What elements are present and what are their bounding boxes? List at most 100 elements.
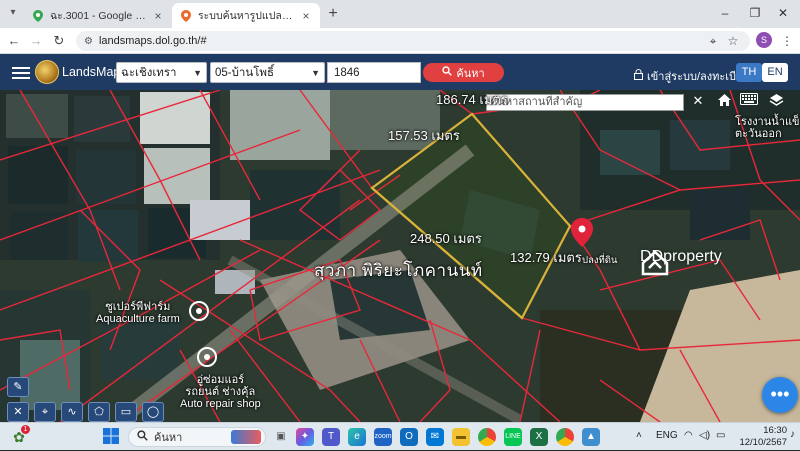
tab-title: ฉะ.3001 - Google Maps bbox=[50, 10, 146, 22]
tab-search-icon[interactable]: ▾ bbox=[6, 6, 20, 20]
pin-label: ปลงที่ดิน bbox=[582, 255, 618, 266]
close-tab-icon[interactable]: × bbox=[300, 9, 312, 23]
measure-label-left: 157.53 เมตร bbox=[388, 128, 460, 143]
forward-arrow-icon[interactable]: → bbox=[27, 32, 45, 50]
province-select[interactable]: ฉะเชิงเทรา ▼ bbox=[116, 62, 207, 83]
landsmaps-pin-icon bbox=[180, 9, 192, 22]
system-clock[interactable]: 16:30 12/10/2567 bbox=[735, 425, 787, 449]
bookmark-star-icon[interactable]: ☆ bbox=[724, 32, 742, 50]
edge-icon[interactable]: e bbox=[348, 428, 366, 446]
search-button[interactable]: ค้นหา bbox=[423, 63, 504, 82]
profile-avatar[interactable]: S bbox=[756, 32, 772, 48]
clock-time: 16:30 bbox=[763, 425, 787, 436]
search-highlight-image bbox=[231, 430, 261, 444]
parcel-number-value: 1846 bbox=[334, 66, 360, 79]
close-window-icon[interactable]: ✕ bbox=[772, 4, 794, 22]
poi-name: ซูเปอร์พีฟาร์ม bbox=[105, 301, 171, 313]
poi-category: Auto repair shop bbox=[180, 398, 261, 410]
photos-icon[interactable]: ▲ bbox=[582, 428, 600, 446]
poi-name-2: รถยนต์ ช่างคุ้ล bbox=[185, 386, 256, 398]
chrome-icon[interactable] bbox=[478, 428, 496, 446]
poi-aquaculture-farm[interactable]: ซูเปอร์พีฟาร์ม Aquaculture farm bbox=[96, 301, 180, 325]
browser-tab-strip: ▾ ฉะ.3001 - Google Maps × ระบบค้นหารูปแป… bbox=[0, 0, 800, 28]
poi-auto-repair[interactable]: อู่ซ่อมแอร์ รถยนต์ ช่างคุ้ล Auto repair … bbox=[180, 374, 261, 410]
browser-toolbar: ← → ↻ ⚙ landsmaps.dol.go.th/# ⌖ ☆ ⋮ bbox=[0, 28, 800, 54]
line-icon[interactable]: LINE bbox=[504, 428, 522, 446]
url-text: landsmaps.dol.go.th/# bbox=[98, 35, 207, 47]
windows-taskbar: ✿ 1 ค้นหา ▣ ✦ T e zoom O ✉ ▬ LINE X ▲ ˄ … bbox=[0, 422, 800, 450]
login-label: เข้าสู่ระบบ/ลงทะเบียน bbox=[647, 71, 750, 83]
notifications-bell-icon[interactable]: ♪ bbox=[790, 429, 795, 440]
search-icon bbox=[442, 66, 453, 79]
outlook-icon[interactable]: O bbox=[400, 428, 418, 446]
more-options-fab[interactable]: ••• bbox=[762, 377, 798, 413]
dol-logo bbox=[35, 60, 59, 84]
tab-landsmaps[interactable]: ระบบค้นหารูปแปลงที่ดิน (LandsMaps) × bbox=[172, 3, 320, 28]
close-tab-icon[interactable]: × bbox=[152, 9, 164, 23]
draw-polyline-icon[interactable]: ∿ bbox=[61, 402, 83, 422]
hamburger-menu-icon[interactable] bbox=[12, 64, 30, 80]
tray-overflow-icon[interactable]: ˄ bbox=[636, 430, 642, 441]
measure-label-right: 132.79 เมตร bbox=[510, 250, 582, 265]
copilot-icon[interactable]: ✦ bbox=[296, 428, 314, 446]
measure-tool-icon[interactable]: ✎ bbox=[7, 377, 29, 397]
lock-icon bbox=[634, 69, 643, 83]
draw-rectangle-icon[interactable]: ▭ bbox=[115, 402, 137, 422]
zoom-icon[interactable]: zoom bbox=[374, 428, 392, 446]
mail-icon[interactable]: ✉ bbox=[426, 428, 444, 446]
new-tab-button[interactable]: + bbox=[324, 5, 342, 23]
taskbar-search-label: ค้นหา bbox=[154, 432, 183, 444]
file-explorer-icon[interactable]: ▬ bbox=[452, 428, 470, 446]
taskbar-search-input[interactable]: ค้นหา bbox=[128, 427, 266, 447]
menu-dots-icon[interactable]: ⋮ bbox=[778, 32, 796, 50]
close-icon[interactable]: ✕ bbox=[690, 93, 706, 111]
start-windows-icon[interactable] bbox=[102, 428, 120, 446]
excel-icon[interactable]: X bbox=[530, 428, 548, 446]
address-bar[interactable]: ⚙ landsmaps.dol.go.th/# bbox=[76, 31, 750, 51]
chrome-profile-icon[interactable] bbox=[556, 428, 574, 446]
layers-icon[interactable] bbox=[769, 93, 789, 113]
district-select[interactable]: 05-บ้านโพธิ์ ▼ bbox=[210, 62, 325, 83]
task-view-icon[interactable]: ▣ bbox=[272, 428, 290, 446]
wifi-icon[interactable]: ◠ bbox=[684, 430, 693, 441]
measure-label-top: 186.74 เมตร bbox=[436, 92, 508, 107]
ddproperty-watermark: DDproperty bbox=[640, 248, 722, 276]
location-icon[interactable]: ⌖ bbox=[704, 32, 722, 50]
grid-keyboard-icon[interactable] bbox=[740, 93, 760, 113]
restore-icon[interactable]: ❐ bbox=[744, 4, 766, 22]
poi-name: อู่ซ่อมแอร์ bbox=[196, 374, 245, 386]
language-indicator[interactable]: ENG bbox=[656, 430, 678, 441]
back-arrow-icon[interactable]: ← bbox=[5, 32, 23, 50]
parcel-number-input[interactable]: 1846 bbox=[327, 62, 421, 83]
google-maps-pin-icon bbox=[32, 9, 44, 22]
poi-name-2: ตะวันออก bbox=[735, 128, 782, 140]
province-value: ฉะเชิงเทรา bbox=[121, 66, 177, 79]
poi-ice-factory[interactable]: โรงงานน้ำแข็ง ตะวันออก bbox=[735, 116, 800, 140]
lang-th-button[interactable]: TH bbox=[736, 63, 762, 82]
satellite-map[interactable]: ค้นหาสถานที่สำคัญ ✕ 186.74 เมตร 157.53 เ… bbox=[0, 90, 800, 422]
tab-google-maps[interactable]: ฉะ.3001 - Google Maps × bbox=[24, 3, 172, 28]
chevron-down-icon: ▼ bbox=[311, 67, 320, 78]
battery-icon[interactable]: ▭ bbox=[716, 430, 725, 441]
draw-polygon-icon[interactable]: ⬠ bbox=[88, 402, 110, 422]
poi-category: Aquaculture farm bbox=[96, 313, 180, 325]
home-icon[interactable] bbox=[717, 93, 737, 113]
notification-badge: 1 bbox=[21, 425, 30, 434]
lang-en-button[interactable]: EN bbox=[762, 63, 788, 82]
search-icon bbox=[137, 430, 148, 444]
draw-line-icon[interactable]: ✕ bbox=[7, 402, 29, 422]
district-value: 05-บ้านโพธิ์ bbox=[215, 66, 275, 79]
login-link[interactable]: เข้าสู่ระบบ/ลงทะเบียน bbox=[634, 67, 750, 85]
poi-name: โรงงานน้ำแข็ง bbox=[735, 116, 800, 128]
site-info-icon[interactable]: ⚙ bbox=[84, 36, 93, 47]
volume-icon[interactable]: ◁) bbox=[699, 430, 710, 441]
landmark-search-input[interactable]: ค้นหาสถานที่สำคัญ bbox=[486, 94, 684, 111]
place-marker-icon[interactable]: ⌖ bbox=[34, 402, 56, 422]
minimize-icon[interactable]: – bbox=[714, 4, 736, 22]
reload-icon[interactable]: ↻ bbox=[50, 32, 68, 50]
draw-circle-icon[interactable]: ◯ bbox=[142, 402, 164, 422]
owner-label: สุวภา พิริยะโภคานนท์ bbox=[314, 261, 483, 280]
clock-date: 12/10/2567 bbox=[739, 437, 787, 448]
chevron-down-icon: ▼ bbox=[193, 67, 202, 78]
teams-icon[interactable]: T bbox=[322, 428, 340, 446]
